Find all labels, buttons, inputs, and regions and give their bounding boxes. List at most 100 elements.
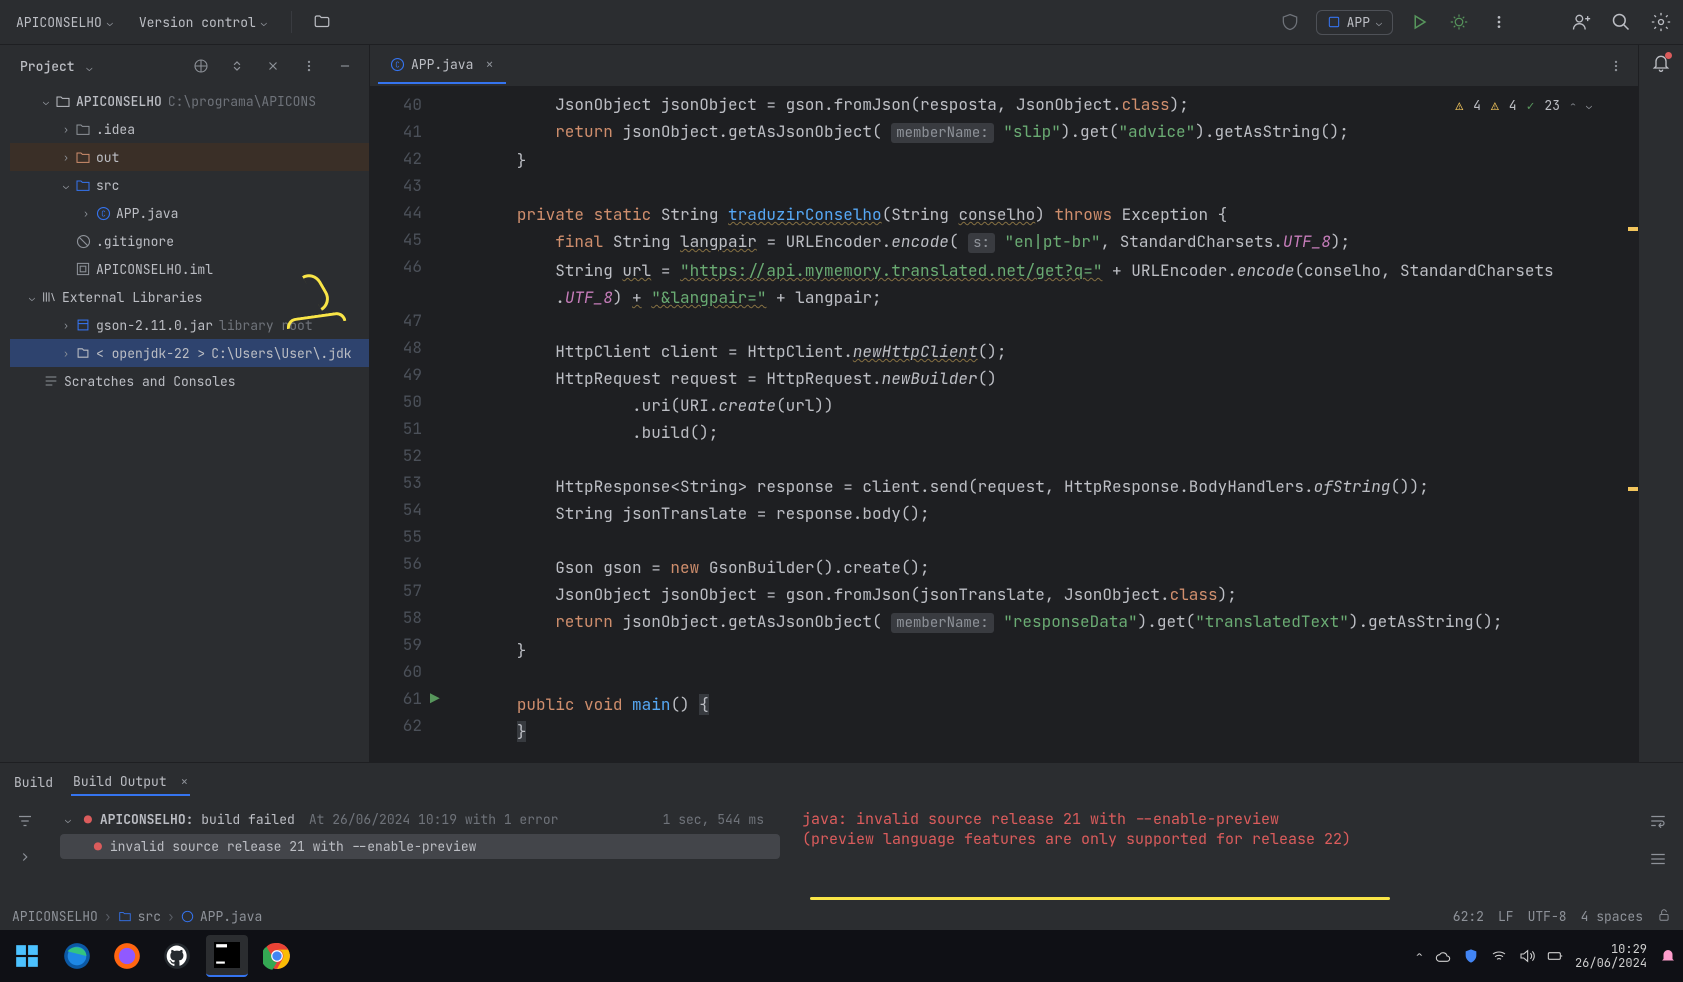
run-configuration[interactable]: APP ⌄	[1316, 10, 1393, 35]
chevron-right-icon: ›	[78, 207, 94, 220]
tree-library-jdk[interactable]: › < openjdk-22 > C:\Users\User\.jdk	[10, 339, 369, 367]
shield-icon[interactable]	[1276, 8, 1304, 36]
defender-icon[interactable]	[1463, 948, 1479, 964]
code-with-me-button[interactable]	[1567, 8, 1595, 36]
tree-folder-src[interactable]: ⌄ src	[10, 171, 369, 199]
jdk-icon	[74, 346, 92, 360]
svg-text:C: C	[101, 209, 106, 219]
open-file-button[interactable]	[308, 8, 336, 36]
build-tab[interactable]: Build	[12, 770, 55, 795]
check-icon: ✓	[1527, 97, 1535, 114]
folder-icon	[118, 910, 132, 922]
error-stripe[interactable]	[1624, 87, 1638, 762]
project-selector[interactable]: APICONSELHO ⌄	[8, 10, 121, 35]
battery-icon[interactable]	[1547, 948, 1563, 964]
folder-icon	[54, 94, 72, 108]
chevron-down-icon: ⌄	[58, 179, 74, 192]
more-options-button[interactable]	[295, 52, 323, 80]
close-panel-button[interactable]	[259, 52, 287, 80]
chevron-down-icon: ⌄	[107, 16, 113, 29]
notifications-button[interactable]	[1647, 49, 1675, 77]
error-icon: ●	[94, 838, 102, 855]
caret-position[interactable]: 62:2	[1453, 908, 1484, 925]
chevron-down-icon: ⌄	[24, 291, 40, 304]
warning-icon: ⚠	[1455, 97, 1463, 114]
close-tab-button[interactable]: ×	[485, 56, 493, 74]
inspection-widget[interactable]: ⚠4 ⚠4 ✓23 ⌃ ⌄	[1449, 95, 1598, 116]
edge-icon[interactable]	[56, 935, 98, 977]
project-panel-header: Project ⌄	[10, 45, 369, 87]
project-panel-title[interactable]: Project ⌄	[20, 58, 179, 75]
module-icon	[74, 262, 92, 276]
chevron-right-icon: ›	[58, 347, 74, 360]
notifications-icon[interactable]	[1659, 947, 1677, 965]
close-tab-button[interactable]: ×	[180, 773, 188, 790]
wifi-icon[interactable]	[1491, 948, 1507, 964]
taskbar-clock[interactable]: 10:29 26/06/2024	[1575, 942, 1647, 970]
expand-all-button[interactable]	[223, 52, 251, 80]
run-button[interactable]	[1405, 8, 1433, 36]
tree-root[interactable]: ⌄ APICONSELHO C:\programa\APICONS	[10, 87, 369, 115]
select-opened-file-button[interactable]	[187, 52, 215, 80]
vcs-selector[interactable]: Version control ⌄	[131, 10, 275, 35]
code-editor[interactable]: JsonObject jsonObject = gson.fromJson(re…	[440, 87, 1624, 762]
svg-text:C: C	[395, 61, 400, 71]
build-message-tree[interactable]: ⌄ ● APICONSELHO: build failed At 26/06/2…	[50, 801, 790, 902]
java-class-icon	[181, 910, 194, 923]
build-error-message[interactable]: ● invalid source release 21 with --enabl…	[60, 834, 780, 859]
start-button[interactable]	[6, 935, 48, 977]
tree-scratches[interactable]: Scratches and Consoles	[10, 367, 369, 395]
tab-more-button[interactable]	[1602, 52, 1630, 80]
jar-icon	[74, 318, 92, 332]
intellij-icon[interactable]	[206, 935, 248, 977]
file-encoding[interactable]: UTF-8	[1528, 908, 1567, 925]
lock-icon[interactable]	[1657, 908, 1671, 925]
tree-file-gitignore[interactable]: .gitignore	[10, 227, 369, 255]
tray-chevron-icon[interactable]: ⌃	[1416, 948, 1423, 964]
indent-setting[interactable]: 4 spaces	[1581, 908, 1643, 925]
build-output-text[interactable]: java: invalid source release 21 with --e…	[790, 801, 1633, 902]
soft-wrap-button[interactable]	[1644, 807, 1672, 835]
volume-icon[interactable]	[1519, 948, 1535, 964]
build-message-root[interactable]: ⌄ ● APICONSELHO: build failed At 26/06/2…	[50, 807, 790, 832]
build-timing: 1 sec, 544 ms	[663, 811, 764, 828]
java-class-icon: C	[94, 206, 112, 221]
chevron-right-icon: ›	[58, 151, 74, 164]
run-config-label: APP	[1347, 14, 1370, 31]
folder-icon	[74, 150, 92, 164]
github-icon[interactable]	[156, 935, 198, 977]
settings-button[interactable]	[1647, 8, 1675, 36]
java-class-icon: C	[390, 57, 405, 72]
notification-dot	[1665, 52, 1672, 59]
editor-tab-app[interactable]: C APP.java ×	[378, 48, 506, 84]
chrome-icon[interactable]	[256, 935, 298, 977]
build-output-tab[interactable]: Build Output ×	[71, 769, 190, 796]
line-gutter[interactable]: 4041424344454647484950515253545556575859…	[370, 87, 440, 762]
project-name: APICONSELHO	[16, 14, 102, 31]
tree-file-app[interactable]: › C APP.java	[10, 199, 369, 227]
chevron-right-icon: ›	[104, 908, 112, 925]
tree-folder-idea[interactable]: › .idea	[10, 115, 369, 143]
minimize-panel-button[interactable]	[331, 52, 359, 80]
windows-taskbar[interactable]: ⌃ 10:29 26/06/2024	[0, 930, 1683, 982]
scroll-button[interactable]	[1644, 845, 1672, 873]
more-actions-button[interactable]	[1485, 8, 1513, 36]
vcs-label: Version control	[139, 14, 256, 31]
folder-icon	[74, 122, 92, 136]
firefox-icon[interactable]	[106, 935, 148, 977]
search-button[interactable]	[1607, 8, 1635, 36]
chevron-right-icon: ›	[58, 123, 74, 136]
chevron-right-icon: ›	[58, 319, 74, 332]
debug-button[interactable]	[1445, 8, 1473, 36]
cloud-icon[interactable]	[1435, 948, 1451, 964]
next-button[interactable]	[11, 843, 39, 871]
tree-folder-out[interactable]: › out	[10, 143, 369, 171]
scratches-icon	[42, 374, 60, 388]
chevron-down-icon: ⌄	[86, 61, 92, 74]
project-tree[interactable]: ⌄ APICONSELHO C:\programa\APICONS › .ide…	[10, 87, 369, 762]
chevron-down-icon: ⌄	[261, 16, 267, 29]
line-separator[interactable]: LF	[1498, 908, 1514, 925]
filter-button[interactable]	[11, 807, 39, 835]
breadcrumb[interactable]: APICONSELHO › src › APP.java	[12, 908, 262, 925]
warning-icon: ⚠	[1491, 97, 1499, 114]
